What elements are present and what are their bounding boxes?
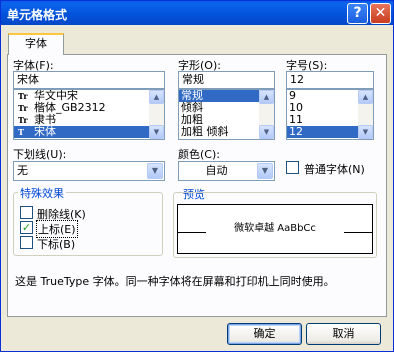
font-listbox[interactable]: Tr 华文中宋 Tr 楷体_GB2312 Tr 隶书 T 宋体 ▲ ▼: [13, 89, 165, 140]
list-item[interactable]: T 宋体: [14, 126, 164, 138]
effects-title: 特殊效果: [18, 185, 66, 201]
preview-box: 微软卓越 AaBbCc: [177, 204, 373, 254]
subscript-label: 下标(B): [37, 238, 76, 251]
format-cells-dialog: 单元格格式 ? ✕ 字体 字体(F): 宋体 Tr 华文中宋 Tr 楷体_GB231…: [0, 0, 394, 352]
color-value: 自动: [205, 164, 228, 177]
preview-sample-text: 微软卓越 AaBbCc: [234, 223, 316, 234]
truetype-icon: Tr: [18, 115, 28, 125]
strikethrough-label: 删除线(K): [37, 208, 86, 221]
tab-font[interactable]: 字体: [8, 33, 64, 55]
size-listbox[interactable]: 9 10 11 12 ▲ ▼: [286, 89, 374, 140]
font-input[interactable]: 宋体: [13, 71, 165, 89]
scrollbar[interactable]: ▲ ▼: [149, 90, 164, 139]
scroll-up-icon[interactable]: ▲: [259, 90, 274, 104]
chevron-down-icon[interactable]: ▼: [147, 163, 163, 179]
window-title: 单元格格式: [7, 8, 68, 22]
underline-value: 无: [17, 164, 28, 177]
scrollbar[interactable]: ▲ ▼: [259, 90, 274, 139]
color-select[interactable]: 自动 ▼: [178, 161, 275, 181]
subscript-checkbox[interactable]: [20, 236, 33, 249]
baseline-right: [344, 232, 372, 233]
font-info-note: 这是 TrueType 字体。同一种字体将在屏幕和打印机上同时使用。: [15, 275, 335, 288]
scrollbar[interactable]: ▲ ▼: [358, 90, 373, 139]
scroll-down-icon[interactable]: ▼: [259, 125, 274, 139]
normal-font-checkbox[interactable]: [286, 161, 299, 174]
baseline-left: [178, 232, 206, 233]
chevron-down-icon[interactable]: ▼: [257, 163, 273, 179]
close-button[interactable]: ✕: [370, 3, 391, 24]
size-input[interactable]: 12: [286, 71, 374, 89]
normal-font-label: 普通字体(N): [304, 163, 365, 176]
truetype-icon: T: [18, 127, 24, 137]
truetype-icon: Tr: [18, 103, 28, 113]
strikethrough-checkbox[interactable]: [20, 206, 33, 219]
help-button[interactable]: ?: [347, 3, 368, 24]
superscript-label: 上标(E): [36, 220, 78, 238]
truetype-icon: Tr: [18, 91, 28, 101]
superscript-checkbox[interactable]: ✓: [20, 221, 33, 234]
ok-button[interactable]: 确定: [227, 323, 302, 345]
scroll-down-icon[interactable]: ▼: [358, 125, 373, 139]
scroll-down-icon[interactable]: ▼: [149, 125, 164, 139]
style-input[interactable]: 常规: [178, 71, 275, 89]
underline-label: 下划线(U):: [13, 148, 67, 161]
style-listbox[interactable]: 常规 倾斜 加粗 加粗 倾斜 ▲ ▼: [178, 89, 275, 140]
scroll-up-icon[interactable]: ▲: [149, 90, 164, 104]
color-label: 颜色(C):: [178, 148, 220, 161]
title-bar[interactable]: 单元格格式 ? ✕: [1, 1, 393, 25]
effects-group: [13, 192, 163, 256]
check-icon: ✓: [21, 221, 32, 234]
underline-select[interactable]: 无 ▼: [13, 161, 165, 181]
scroll-up-icon[interactable]: ▲: [358, 90, 373, 104]
cancel-button[interactable]: 取消: [306, 323, 381, 345]
